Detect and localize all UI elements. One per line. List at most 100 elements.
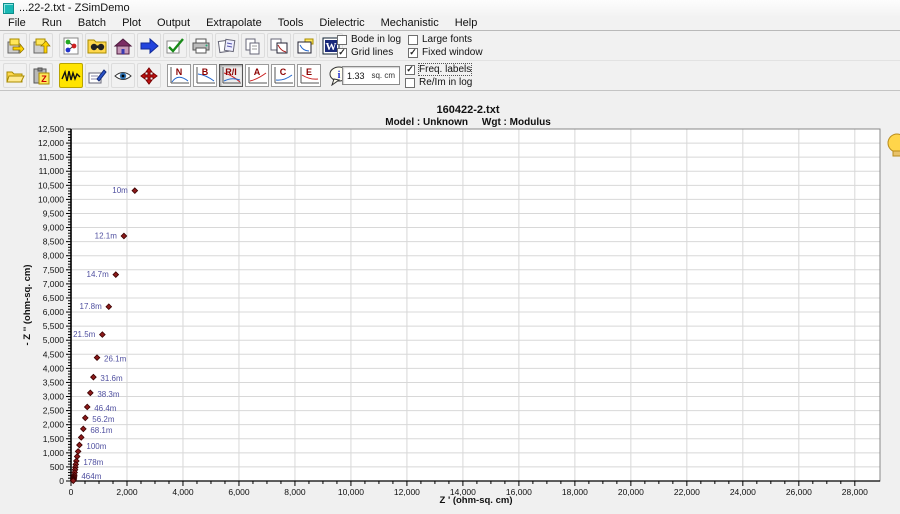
toolbar-row-1: W Bode in log ✓ Grid lines Large fonts ✓… [0,31,900,61]
checkbox-label: Freq. labels [417,63,473,76]
view-data-button[interactable] [111,63,135,88]
svg-text:22,000: 22,000 [674,487,700,497]
grid-lines-checkbox[interactable]: ✓ Grid lines [337,47,401,58]
fixed-window-checkbox[interactable]: ✓ Fixed window [408,47,483,58]
area-unit-label: sq. cm [371,71,395,80]
print-button[interactable] [189,33,213,58]
area-field[interactable]: 1.33 sq. cm [342,66,400,85]
documents-icon [217,38,236,53]
svg-text:14.7m: 14.7m [87,270,110,279]
freq-labels-checkbox[interactable]: ✓ Freq. labels [405,63,473,76]
svg-text:31.6m: 31.6m [100,374,123,383]
svg-text:10,000: 10,000 [338,487,364,497]
re-im-plot-button[interactable]: R/I [219,64,243,87]
svg-text:7,000: 7,000 [43,279,65,289]
chart-folder-icon [297,38,314,53]
svg-text:464m: 464m [81,472,101,481]
checkbox-group-3: ✓ Freq. labels Re/Im in log [405,63,473,88]
menu-item-file[interactable]: File [0,17,34,29]
signal-button[interactable] [59,63,83,88]
menu-item-plot[interactable]: Plot [114,17,149,29]
waveform-icon [61,69,81,81]
edit-model-button[interactable] [85,63,109,88]
svg-text:10,000: 10,000 [38,194,64,204]
checkbox-box[interactable]: ✓ [405,64,415,75]
svg-text:11,000: 11,000 [39,166,65,176]
svg-text:3,500: 3,500 [43,377,65,387]
svg-text:9,000: 9,000 [43,223,65,233]
svg-text:5,000: 5,000 [43,335,65,345]
next-data-button[interactable] [29,33,53,58]
svg-text:12,500: 12,500 [38,124,64,134]
svg-text:500: 500 [50,462,64,472]
svg-text:160422-2.txt: 160422-2.txt [437,104,500,116]
svg-text:21.5m: 21.5m [73,330,96,339]
checkbox-group-2: Large fonts ✓ Fixed window [408,34,483,58]
chart-area: 0 2,000 4,000 6,000 8,000 10,000 12,000 14,000 1… [0,91,900,513]
svg-text:68.1m: 68.1m [90,426,113,435]
menu-item-extrapolate[interactable]: Extrapolate [198,17,270,29]
svg-text:28,000: 28,000 [842,487,868,497]
area-value[interactable]: 1.33 [347,71,365,81]
svg-text:38.3m: 38.3m [97,390,120,399]
plot-button-label: B [201,67,209,77]
print-all-button[interactable] [215,33,239,58]
app-icon [3,2,14,14]
svg-text:7,500: 7,500 [43,265,65,275]
checkbox-box[interactable] [408,34,418,45]
menu-item-run[interactable]: Run [34,17,70,29]
pan-button[interactable] [137,63,161,88]
menu-item-tools[interactable]: Tools [270,17,312,29]
svg-text:4,500: 4,500 [43,349,65,359]
molecule-icon [63,37,79,54]
menu-item-dielectric[interactable]: Dielectric [311,17,372,29]
svg-text:Model : Unknown Wgt : Modu: Model : Unknown Wgt : Modulus [385,117,551,128]
svg-text:- Z '' (ohm-sq. cm): - Z '' (ohm-sq. cm) [22,264,33,345]
svg-text:1,500: 1,500 [43,434,65,444]
menu-item-help[interactable]: Help [447,17,486,29]
re-im-in-log-checkbox[interactable]: Re/Im in log [405,77,472,88]
svg-text:i: i [338,70,341,81]
title-bar: ...22-2.txt - ZSimDemo [0,0,900,16]
large-fonts-checkbox[interactable]: Large fonts [408,34,483,45]
menu-item-mechanistic[interactable]: Mechanistic [373,17,447,29]
checkbox-box[interactable]: ✓ [337,47,347,58]
fit-data-button[interactable] [59,33,83,58]
menu-item-output[interactable]: Output [149,17,198,29]
checkbox-box[interactable]: ✓ [408,47,418,58]
svg-text:26.1m: 26.1m [104,355,127,364]
graph-export-button[interactable] [293,33,317,58]
home-button[interactable] [111,33,135,58]
nyquist-plot[interactable]: 0 2,000 4,000 6,000 8,000 10,000 12,000 14,000 1… [0,91,900,513]
open-file-button[interactable] [3,63,27,88]
search-data-button[interactable] [85,33,109,58]
svg-text:12.1m: 12.1m [95,232,118,241]
permittivity-plot-button[interactable]: E [297,64,321,87]
svg-text:20,000: 20,000 [618,487,644,497]
svg-text:0: 0 [59,476,64,486]
run-button[interactable] [137,33,161,58]
arrow-right-icon [140,37,159,54]
svg-text:4,000: 4,000 [43,363,65,373]
capacitance-plot-button[interactable]: C [271,64,295,87]
nyquist-plot-button[interactable]: N [167,64,191,87]
svg-text:24,000: 24,000 [730,487,756,497]
copy-pages-button[interactable] [241,33,265,58]
graph-page-button[interactable] [267,33,291,58]
home-icon [113,37,133,54]
svg-text:56.2m: 56.2m [92,415,115,424]
svg-text:46.4m: 46.4m [94,404,117,413]
checkbox-box[interactable] [405,77,415,88]
admittance-plot-button[interactable]: A [245,64,269,87]
paste-data-button[interactable]: Z [29,63,53,88]
page-arrow-up-icon [33,38,51,53]
bode-in-log-checkbox[interactable]: Bode in log [337,34,401,45]
svg-text:8,500: 8,500 [43,237,65,247]
plot-button-label: A [253,67,261,77]
prev-data-button[interactable] [3,33,27,58]
menu-item-batch[interactable]: Batch [70,17,114,29]
checkbox-box[interactable] [337,34,347,45]
bode-plot-button[interactable]: B [193,64,217,87]
accept-button[interactable] [163,33,187,58]
svg-text:12,000: 12,000 [38,138,64,148]
